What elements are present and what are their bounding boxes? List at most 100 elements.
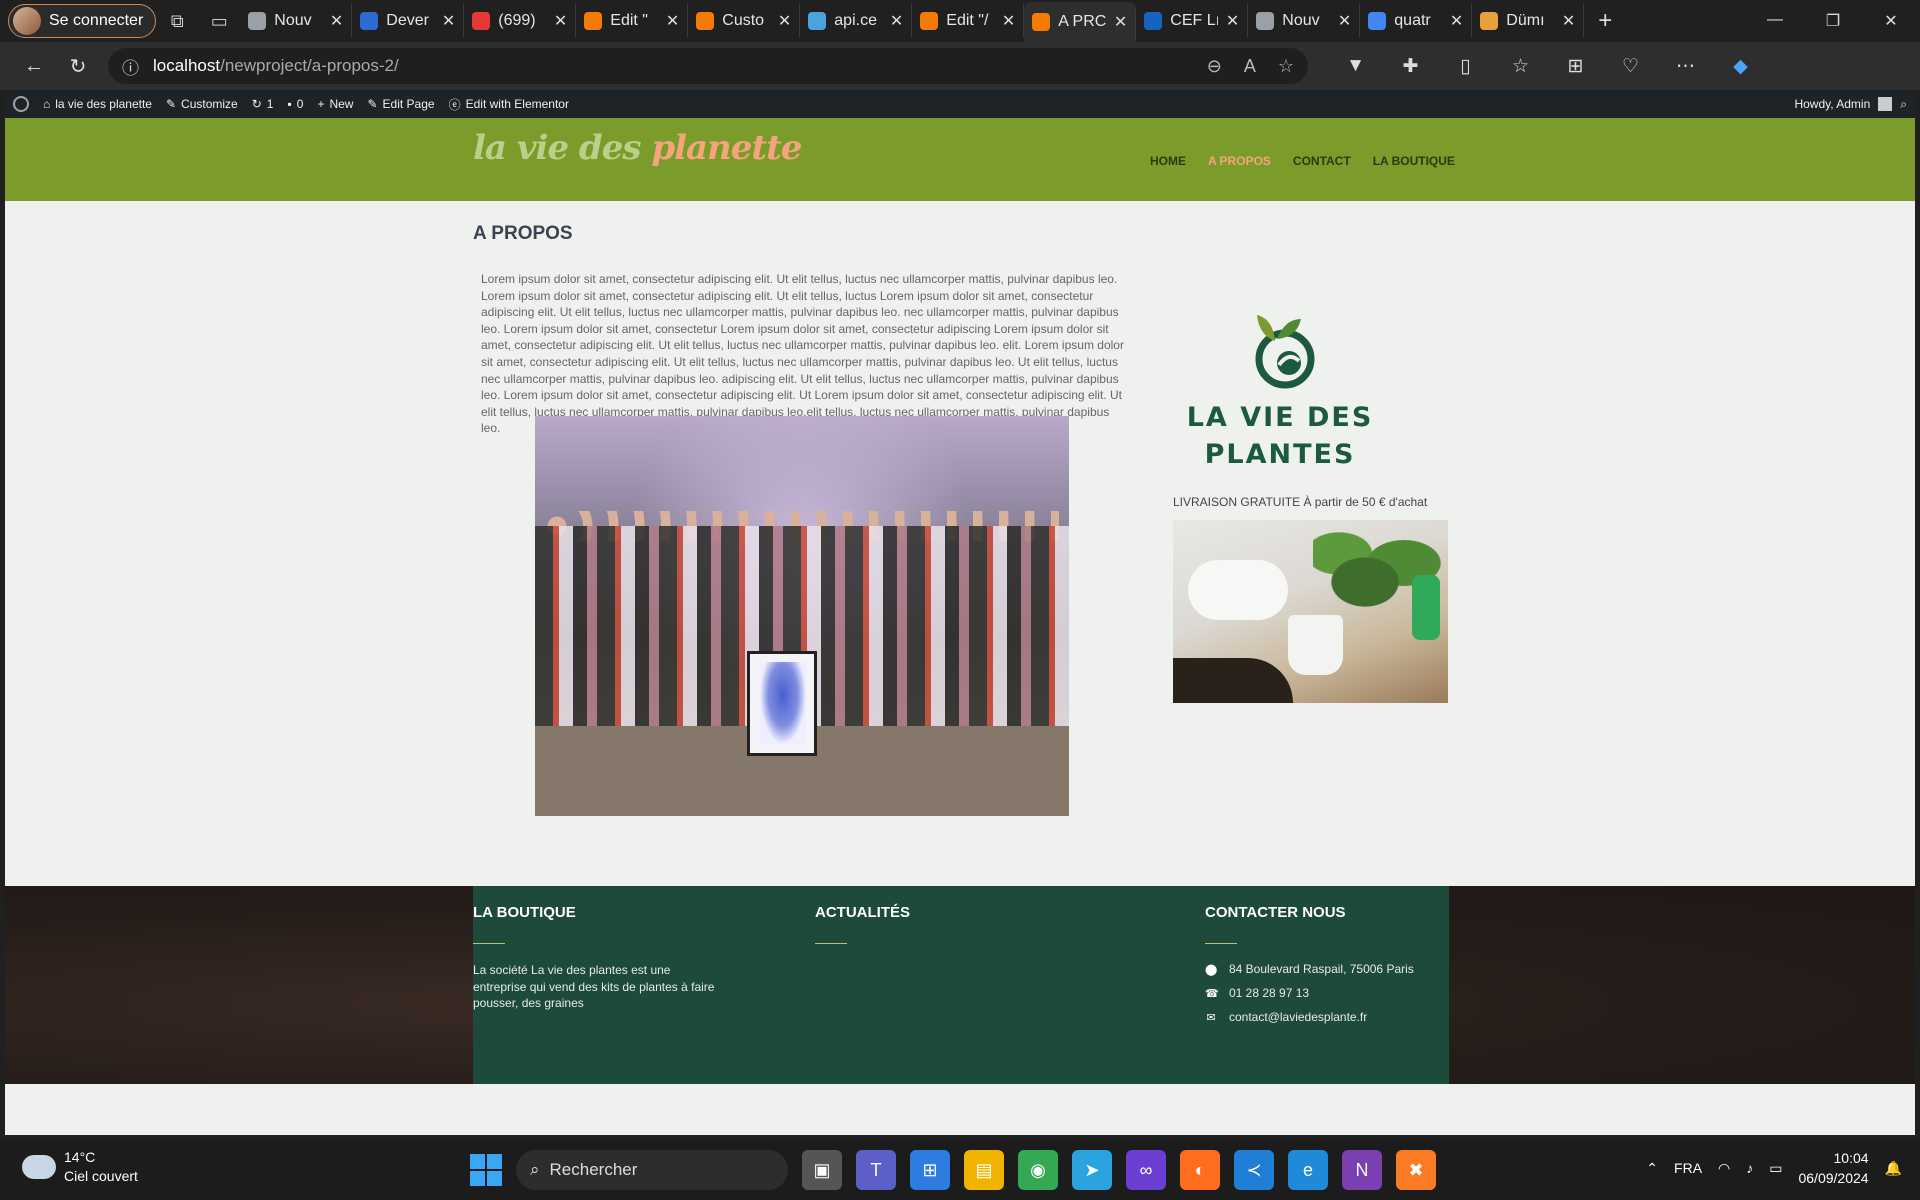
- vscode-icon[interactable]: ≺: [1234, 1150, 1274, 1190]
- browser-tab[interactable]: A PRC ✕: [1024, 2, 1137, 42]
- tab-favicon-icon: [1032, 13, 1051, 31]
- battery-icon[interactable]: ▭: [1769, 1160, 1782, 1177]
- tab-title: quatr: [1394, 12, 1431, 29]
- split-screen-icon[interactable]: ▯: [1438, 55, 1493, 78]
- footer-contact: CONTACTER NOUS ⬤ 84 Boulevard Raspail, 75…: [1205, 904, 1414, 1024]
- browser-tab[interactable]: Dümı ✕: [1472, 4, 1585, 38]
- visual-studio-icon[interactable]: ∞: [1126, 1150, 1166, 1190]
- chrome-icon[interactable]: ◉: [1018, 1150, 1058, 1190]
- menu-item-a-propos[interactable]: A PROPOS: [1208, 154, 1271, 168]
- start-button[interactable]: [470, 1154, 502, 1186]
- menu-item-contact[interactable]: CONTACT: [1293, 154, 1351, 168]
- wp-comments-link[interactable]: ▪ 0: [287, 97, 303, 111]
- store-icon[interactable]: ⊞: [910, 1150, 950, 1190]
- task-view-icon[interactable]: ▣: [802, 1150, 842, 1190]
- workspaces-icon[interactable]: ⧉: [156, 0, 198, 42]
- language-indicator[interactable]: FRA: [1674, 1160, 1702, 1176]
- browser-tab[interactable]: Dever ✕: [352, 4, 465, 38]
- profile-button[interactable]: Se connecter: [8, 4, 157, 38]
- wifi-icon[interactable]: ◠: [1718, 1160, 1730, 1177]
- tab-close-icon[interactable]: ✕: [1002, 11, 1015, 31]
- more-menu-icon[interactable]: ⋯: [1658, 55, 1713, 78]
- health-icon[interactable]: ♡: [1603, 55, 1658, 78]
- tab-close-icon[interactable]: ✕: [330, 11, 343, 31]
- copilot-icon[interactable]: ◆: [1713, 55, 1768, 78]
- tab-close-icon[interactable]: ✕: [890, 11, 903, 31]
- tab-close-icon[interactable]: ✕: [1450, 11, 1463, 31]
- tab-actions-icon[interactable]: ▭: [198, 0, 240, 42]
- wp-elementor-link[interactable]: ⓔ Edit with Elementor: [449, 96, 569, 113]
- tab-close-icon[interactable]: ✕: [1338, 11, 1351, 31]
- main-menu: HOME A PROPOS CONTACT LA BOUTIQUE: [1150, 154, 1455, 168]
- tab-close-icon[interactable]: ✕: [554, 11, 567, 31]
- cloud-icon: [16, 1147, 56, 1179]
- footer-phone[interactable]: 01 28 28 97 13: [1229, 986, 1309, 1000]
- site-logo[interactable]: la vie des planette: [473, 128, 802, 168]
- browser-tab[interactable]: Edit "/ ✕: [912, 4, 1025, 38]
- browser-tab[interactable]: Nouv ✕: [240, 4, 353, 38]
- browser-tab[interactable]: quatr ✕: [1360, 4, 1473, 38]
- clock[interactable]: 10:04 06/09/2024: [1798, 1148, 1868, 1188]
- telegram-icon[interactable]: ➤: [1072, 1150, 1112, 1190]
- volume-icon[interactable]: ♪: [1746, 1160, 1753, 1176]
- wp-logo-icon[interactable]: [13, 96, 29, 112]
- wp-edit-page-link[interactable]: ✎ Edit Page: [367, 97, 434, 111]
- footer-boutique-title: LA BOUTIQUE: [473, 904, 576, 921]
- browser-tab[interactable]: (699) ✕: [464, 4, 577, 38]
- edge-icon[interactable]: e: [1288, 1150, 1328, 1190]
- wp-howdy-link[interactable]: Howdy, Admin: [1794, 97, 1870, 111]
- extension-icon[interactable]: ▼: [1328, 55, 1383, 78]
- collections-icon[interactable]: ⊞: [1548, 55, 1603, 78]
- tab-close-icon[interactable]: ✕: [1562, 11, 1575, 31]
- wp-customize-link[interactable]: ✎ Customize: [166, 97, 238, 111]
- back-icon[interactable]: ←: [12, 46, 56, 86]
- browser-tab[interactable]: Edit " ✕: [576, 4, 689, 38]
- new-tab-button[interactable]: +: [1584, 7, 1626, 35]
- url-field[interactable]: ⓘ localhost/newproject/a-propos-2/ ⊖ A ☆: [108, 48, 1308, 84]
- info-icon[interactable]: ⓘ: [122, 54, 139, 79]
- footer-boutique: LA BOUTIQUE La société La vie des plante…: [473, 904, 723, 1012]
- browser-tab[interactable]: Custo ✕: [688, 4, 801, 38]
- notifications-icon[interactable]: 🔔: [1885, 1160, 1902, 1177]
- tab-close-icon[interactable]: ✕: [666, 11, 679, 31]
- browser-tab-strip: Se connecter ⧉ ▭ Nouv ✕ Dever ✕ (699) ✕ Edit "…: [0, 0, 1920, 42]
- close-window-icon[interactable]: ✕: [1862, 11, 1920, 31]
- admin-avatar[interactable]: [1878, 97, 1893, 111]
- wp-new-link[interactable]: + New: [317, 97, 353, 111]
- browser-tab[interactable]: api.ce ✕: [800, 4, 913, 38]
- tab-close-icon[interactable]: ✕: [778, 11, 791, 31]
- taskbar-search[interactable]: ⌕ Rechercher: [516, 1150, 788, 1190]
- tab-favicon-icon: [248, 12, 267, 30]
- page-content: A PROPOS Lorem ipsum dolor sit amet, con…: [5, 201, 1915, 886]
- minimize-icon[interactable]: —: [1746, 11, 1804, 31]
- browser-tab[interactable]: Nouv ✕: [1248, 4, 1361, 38]
- tab-close-icon[interactable]: ✕: [1226, 11, 1239, 31]
- plant-logo-icon: [1255, 315, 1315, 389]
- window-controls: — ❐ ✕: [1746, 11, 1920, 31]
- footer-email[interactable]: contact@laviedesplante.fr: [1229, 1010, 1367, 1024]
- file-explorer-icon[interactable]: ▤: [964, 1150, 1004, 1190]
- footer-actualites: ACTUALITÉS: [815, 904, 910, 944]
- weather-widget[interactable]: 14°C Ciel couvert: [16, 1147, 138, 1186]
- tray-chevron-icon[interactable]: ⌃: [1646, 1160, 1658, 1177]
- firefox-icon[interactable]: ◐: [1180, 1150, 1220, 1190]
- menu-item-la-boutique[interactable]: LA BOUTIQUE: [1373, 154, 1455, 168]
- xampp-icon[interactable]: ✖: [1396, 1150, 1436, 1190]
- restore-icon[interactable]: ❐: [1804, 11, 1862, 31]
- tab-close-icon[interactable]: ✕: [442, 11, 455, 31]
- extensions-puzzle-icon[interactable]: ✚: [1383, 55, 1438, 78]
- refresh-icon[interactable]: ↻: [56, 46, 100, 86]
- onenote-icon[interactable]: N: [1342, 1150, 1382, 1190]
- wp-search-icon[interactable]: ⌕: [1900, 97, 1907, 112]
- favorite-star-icon[interactable]: ☆: [1278, 56, 1294, 77]
- wp-updates-link[interactable]: ↻ 1: [252, 97, 274, 111]
- teams-icon[interactable]: T: [856, 1150, 896, 1190]
- read-aloud-icon[interactable]: A: [1244, 56, 1256, 77]
- wp-site-link[interactable]: ⌂ la vie des planette: [43, 97, 152, 111]
- favorites-icon[interactable]: ☆: [1493, 55, 1548, 78]
- zoom-icon[interactable]: ⊖: [1207, 56, 1222, 77]
- profile-label: Se connecter: [49, 12, 144, 29]
- menu-item-home[interactable]: HOME: [1150, 154, 1186, 168]
- browser-tab[interactable]: CEF Lı ✕: [1136, 4, 1249, 38]
- tab-close-icon[interactable]: ✕: [1114, 12, 1127, 32]
